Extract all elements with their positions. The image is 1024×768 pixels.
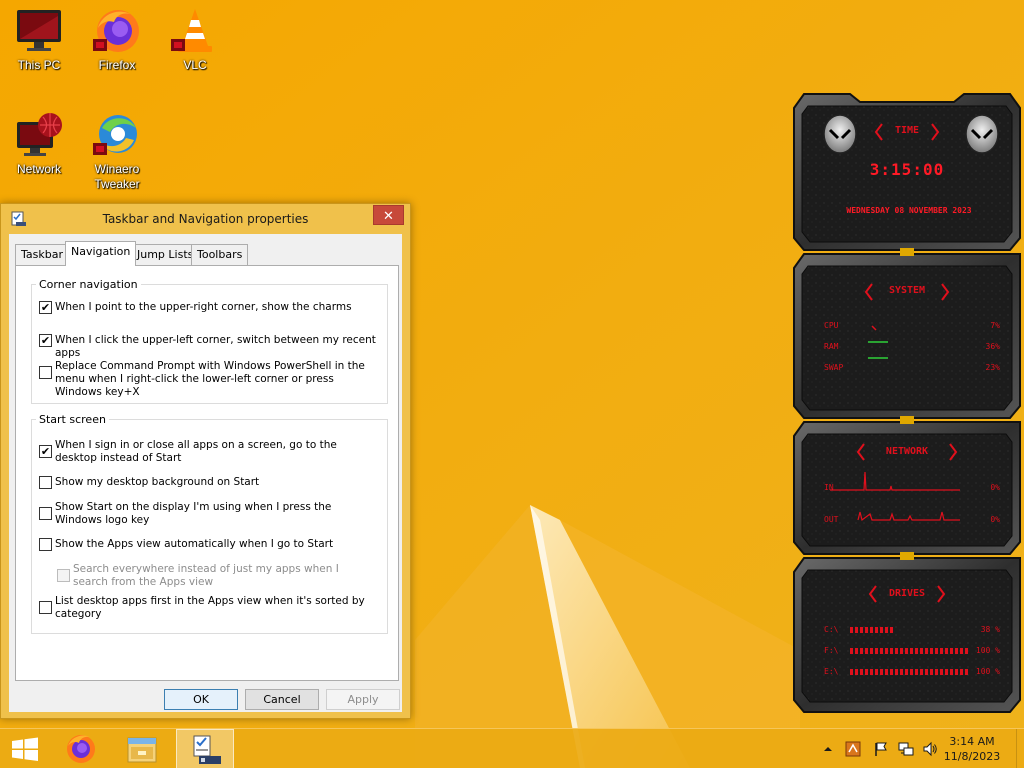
system-row-ram: RAM 36% <box>824 342 1000 351</box>
show-hidden-icons-chevron-icon[interactable] <box>820 741 836 757</box>
drive-usage-bar <box>850 648 968 654</box>
network-row-out: OUT 0% <box>824 515 1000 524</box>
winaero-tweaker-icon <box>92 110 142 160</box>
option-charms-upper-right[interactable]: ✔ When I point to the upper-right corner… <box>39 301 384 314</box>
system-header: SYSTEM <box>888 285 926 296</box>
option-list-desktop-apps-first[interactable]: List desktop apps first in the Apps view… <box>39 595 374 621</box>
network-header: NETWORK <box>885 446 929 457</box>
desktop-icon-label: This PC <box>17 58 61 72</box>
drives-header: DRIVES <box>888 588 926 599</box>
option-switch-recent-apps[interactable]: ✔ When I click the upper-left corner, sw… <box>39 334 384 360</box>
drive-row-f: F:\ 100 % <box>824 646 1000 655</box>
taskbar-firefox-button[interactable] <box>55 729 107 768</box>
tray-clock-time: 3:14 AM <box>949 735 995 748</box>
network-status-icon[interactable] <box>898 741 914 757</box>
drive-usage-bar <box>850 669 968 675</box>
close-button[interactable]: ✕ <box>373 205 404 225</box>
close-icon: ✕ <box>383 208 394 223</box>
drive-usage-bar <box>850 627 895 633</box>
checkbox[interactable] <box>39 601 52 614</box>
taskbar: 3:14 AM 11/8/2023 <box>0 728 1024 768</box>
option-show-start-on-display[interactable]: Show Start on the display I'm using when… <box>39 501 374 527</box>
checkmark-icon: ✔ <box>40 301 51 314</box>
option-show-apps-view[interactable]: Show the Apps view automatically when I … <box>39 538 384 551</box>
tab-toolbars[interactable]: Toolbars <box>191 244 249 265</box>
tab-taskbar[interactable]: Taskbar <box>15 244 69 265</box>
option-desktop-background-on-start[interactable]: Show my desktop background on Start <box>39 476 384 489</box>
taskbar-file-explorer-button[interactable] <box>116 729 168 768</box>
network-globe-icon <box>14 110 64 160</box>
taskbar-properties-button[interactable] <box>176 729 234 768</box>
ok-button[interactable]: OK <box>164 689 238 710</box>
taskbar-properties-icon <box>193 735 221 764</box>
gadget-frame <box>793 93 1021 713</box>
cancel-button[interactable]: Cancel <box>245 689 319 710</box>
desktop-icon-vlc[interactable]: VLC <box>157 6 233 73</box>
file-explorer-icon <box>127 737 157 763</box>
alienware-logo-icon <box>823 114 857 154</box>
firefox-icon <box>67 735 95 763</box>
checkbox[interactable] <box>39 507 52 520</box>
network-row-in: IN 0% <box>824 483 1000 492</box>
clock-display: 3:15:00 <box>869 160 945 179</box>
checkbox <box>57 569 70 582</box>
apply-button[interactable]: Apply <box>326 689 400 710</box>
desktop-icon-network[interactable]: Network <box>1 110 77 177</box>
tab-navigation[interactable]: Navigation <box>65 241 137 266</box>
checkmark-icon: ✔ <box>40 334 51 347</box>
tray-clock-date: 11/8/2023 <box>943 750 1001 763</box>
desktop-icon-label: Winaero Tweaker <box>94 162 140 191</box>
start-button[interactable] <box>0 729 50 768</box>
alienware-logo-icon <box>965 114 999 154</box>
dialog-client-area: Taskbar Navigation Jump Lists Toolbars C… <box>9 234 402 712</box>
checkbox[interactable] <box>39 538 52 551</box>
checkmark-icon: ✔ <box>40 445 51 458</box>
vlc-cone-icon <box>170 6 220 56</box>
system-row-cpu: CPU 7% <box>824 321 1000 330</box>
desktop-icon-firefox[interactable]: Firefox <box>79 6 155 73</box>
action-center-flag-icon[interactable] <box>873 741 889 757</box>
windows-start-icon <box>12 737 38 761</box>
checkbox[interactable]: ✔ <box>39 301 52 314</box>
desktop-icon-label: Firefox <box>98 58 136 72</box>
tray-clock[interactable]: 3:14 AM 11/8/2023 <box>942 734 1002 764</box>
time-header: TIME <box>894 125 920 136</box>
firefox-icon <box>92 6 142 56</box>
drive-row-c: C:\ 38 % <box>824 625 1000 634</box>
checkbox[interactable]: ✔ <box>39 445 52 458</box>
tray-app-icon[interactable] <box>845 741 861 757</box>
checkbox[interactable] <box>39 366 52 379</box>
desktop-icon-label: Network <box>16 162 61 176</box>
option-go-to-desktop[interactable]: ✔ When I sign in or close all apps on a … <box>39 439 374 465</box>
checkbox[interactable]: ✔ <box>39 334 52 347</box>
volume-speaker-icon[interactable] <box>922 741 938 757</box>
option-search-everywhere: Search everywhere instead of just my app… <box>57 563 372 589</box>
option-replace-cmd-powershell[interactable]: Replace Command Prompt with Windows Powe… <box>39 360 374 399</box>
show-desktop-button[interactable] <box>1016 729 1024 768</box>
date-display: WEDNESDAY 08 NOVEMBER 2023 <box>846 206 972 215</box>
system-monitor-gadget: TIME 3:15:00 WEDNESDAY 08 NOVEMBER 2023 … <box>790 88 1024 718</box>
drive-row-e: E:\ 100 % <box>824 667 1000 676</box>
start-screen-label: Start screen <box>36 413 109 426</box>
desktop-icon-label: VLC <box>183 58 207 72</box>
tab-jump-lists[interactable]: Jump Lists <box>131 244 200 265</box>
taskbar-navigation-properties-dialog: Taskbar and Navigation properties ✕ Task… <box>0 203 411 719</box>
desktop-icon-this-pc[interactable]: This PC <box>1 6 77 73</box>
corner-navigation-label: Corner navigation <box>36 278 141 291</box>
desktop-icon-winaero-tweaker[interactable]: Winaero Tweaker <box>79 110 155 192</box>
navigation-tab-panel: Corner navigation ✔ When I point to the … <box>15 265 399 681</box>
system-row-swap: SWAP 23% <box>824 363 1000 372</box>
dialog-titlebar[interactable]: Taskbar and Navigation properties ✕ <box>1 204 410 234</box>
computer-icon <box>14 6 64 56</box>
dialog-title: Taskbar and Navigation properties <box>102 212 309 226</box>
checkbox[interactable] <box>39 476 52 489</box>
